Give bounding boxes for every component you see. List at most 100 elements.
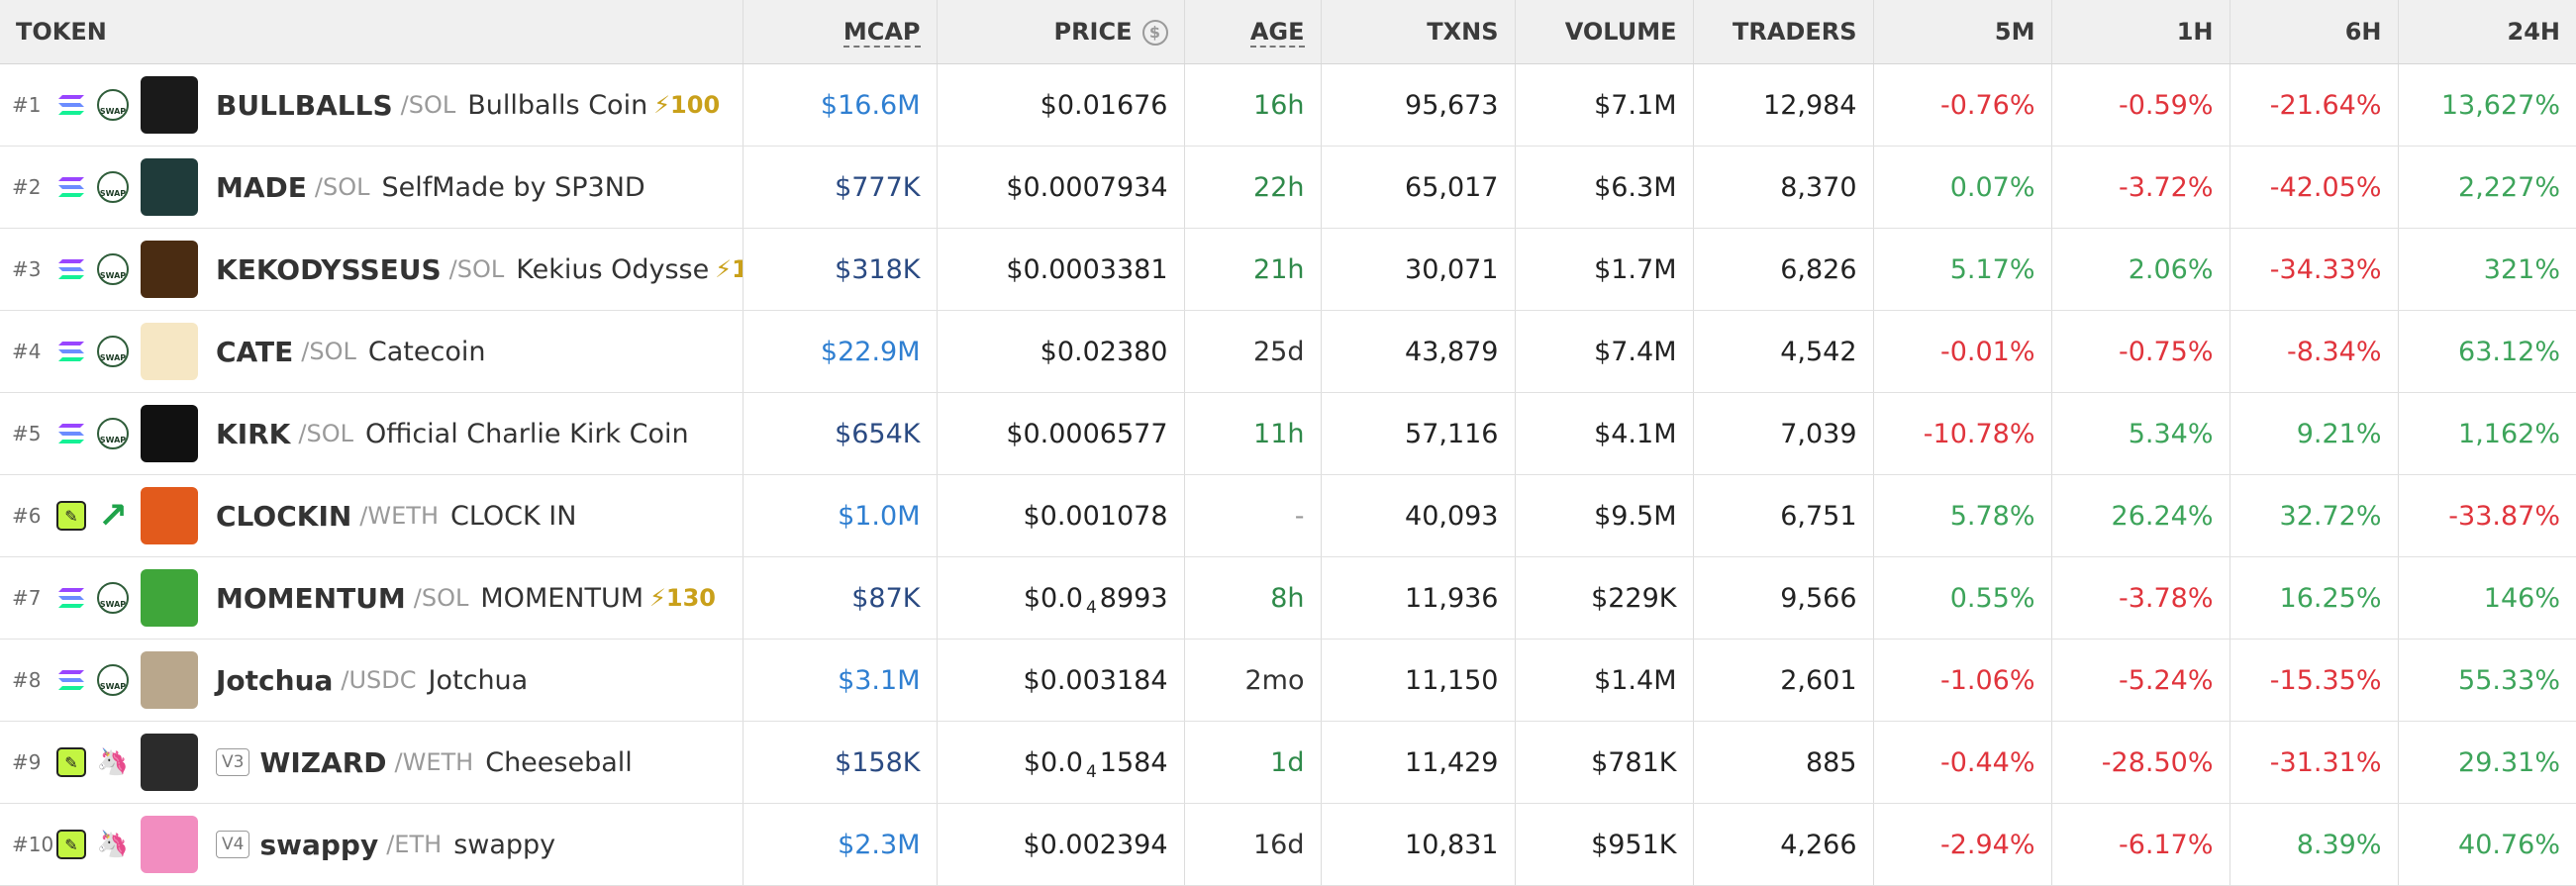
quote-pair: /WETH <box>359 502 439 530</box>
token-avatar <box>141 734 198 791</box>
token-cell[interactable]: #1 SWAP BULLBALLS/SOL Bullballs Coin ⚡100 <box>0 63 743 147</box>
col-header-price[interactable]: PRICE $ <box>937 0 1185 64</box>
pump-chain-icon: ✎ <box>55 746 87 778</box>
uniswap-unicorn-icon: 🦄 <box>96 830 130 859</box>
table-row[interactable]: #3 SWAP KEKODYSSEUS/SOL Kekius Odysse⚡100$3… <box>0 228 2576 311</box>
change-1h-cell: -0.59% <box>2051 63 2230 147</box>
change-1h-cell: -0.75% <box>2051 310 2230 393</box>
change-5m-cell: -0.76% <box>1873 63 2052 147</box>
age-cell: 16h <box>1184 63 1322 147</box>
col-header-mcap[interactable]: MCAP <box>743 0 938 64</box>
traders-cell: 2,601 <box>1693 639 1874 722</box>
swap-dex-icon: SWAP <box>95 334 131 369</box>
age-cell: 11h <box>1184 392 1322 475</box>
quote-pair: /USDC <box>341 666 417 694</box>
token-symbol: KEKODYSSEUS <box>216 252 442 286</box>
table-row[interactable]: #4 SWAP CATE/SOL Catecoin $22.9M $0.02380 25d 4… <box>0 310 2576 393</box>
mcap-cell: $158K <box>743 721 938 804</box>
txns-cell: 11,936 <box>1321 556 1516 640</box>
age-cell: 1d <box>1184 721 1322 804</box>
change-1h-cell: -28.50% <box>2051 721 2230 804</box>
table-row[interactable]: #6 ✎ ↗ CLOCKIN/WETH CLOCK IN $1.0M $0.001078-4… <box>0 474 2576 557</box>
change-24h-cell: 13,627% <box>2398 63 2576 147</box>
col-header-traders[interactable]: TRADERS <box>1693 0 1874 64</box>
token-symbol: KIRK <box>216 417 291 450</box>
quote-pair: /ETH <box>386 831 443 858</box>
token-cell[interactable]: #5 SWAP KIRK/SOL Official Charlie Kirk Coin <box>0 392 743 475</box>
token-name: SelfMade by SP3ND <box>381 171 645 203</box>
token-cell[interactable]: #9 ✎ 🦄 V3 WIZARD/WETH Cheeseball <box>0 721 743 804</box>
change-6h-cell: -8.34% <box>2229 310 2399 393</box>
token-symbol: MOMENTUM <box>216 581 406 615</box>
txns-cell: 30,071 <box>1321 228 1516 311</box>
change-5m-cell: 5.78% <box>1873 474 2052 557</box>
volume-cell: $4.1M <box>1515 392 1694 475</box>
token-cell[interactable]: #8 SWAP Jotchua/USDC Jotchua <box>0 639 743 722</box>
price-cell: $0.0007934 <box>937 146 1185 229</box>
token-cell[interactable]: #2 SWAP MADE/SOL SelfMade by SP3ND <box>0 146 743 229</box>
table-row[interactable]: #10 ✎ 🦄 V4 swappy/ETH swappy $2.3M $0.002394 16d… <box>0 803 2576 886</box>
token-avatar <box>141 651 198 709</box>
token-info: #10 ✎ 🦄 V4 swappy/ETH swappy <box>12 804 742 885</box>
table-row[interactable]: #7 SWAP MOMENTUM/SOL MOMENTUM ⚡130 $87K $0.0 4 8… <box>0 556 2576 640</box>
swap-dex-icon: SWAP <box>95 251 131 287</box>
pump-chain-icon: ✎ <box>55 500 87 532</box>
col-header-5m[interactable]: 5M <box>1873 0 2052 64</box>
txns-cell: 43,879 <box>1321 310 1516 393</box>
token-cell[interactable]: #7 SWAP MOMENTUM/SOL MOMENTUM ⚡130 <box>0 556 743 640</box>
traders-cell: 6,751 <box>1693 474 1874 557</box>
token-cell[interactable]: #10 ✎ 🦄 V4 swappy/ETH swappy <box>0 803 743 886</box>
currency-toggle-icon[interactable]: $ <box>1141 20 1168 46</box>
txns-cell: 95,673 <box>1321 63 1516 147</box>
traders-cell: 6,826 <box>1693 228 1874 311</box>
change-24h-cell: 2,227% <box>2398 146 2576 229</box>
traders-cell: 4,266 <box>1693 803 1874 886</box>
change-5m-cell: -0.01% <box>1873 310 2052 393</box>
swap-dex-icon: SWAP <box>95 662 131 698</box>
change-1h-cell: -3.72% <box>2051 146 2230 229</box>
mcap-cell: $1.0M <box>743 474 938 557</box>
rank-number: #2 <box>12 175 42 199</box>
table-row[interactable]: #8 SWAP Jotchua/USDC Jotchua $3.1M $0.003184 2… <box>0 639 2576 722</box>
token-avatar <box>141 487 198 544</box>
table-row[interactable]: #1 SWAP BULLBALLS/SOL Bullballs Coin ⚡100 $16… <box>0 63 2576 147</box>
token-symbol: swappy <box>259 828 379 861</box>
volume-cell: $1.7M <box>1515 228 1694 311</box>
col-header-txns[interactable]: TXNS <box>1321 0 1516 64</box>
token-name: Catecoin <box>367 336 486 367</box>
col-header-6h[interactable]: 6H <box>2229 0 2399 64</box>
col-header-1h[interactable]: 1H <box>2051 0 2230 64</box>
token-cell[interactable]: #6 ✎ ↗ CLOCKIN/WETH CLOCK IN <box>0 474 743 557</box>
token-info: #6 ✎ ↗ CLOCKIN/WETH CLOCK IN <box>12 475 742 556</box>
mcap-cell: $22.9M <box>743 310 938 393</box>
rank-number: #3 <box>12 257 42 281</box>
change-1h-cell: 5.34% <box>2051 392 2230 475</box>
volume-cell: $7.4M <box>1515 310 1694 393</box>
col-header-24h[interactable]: 24H <box>2398 0 2576 64</box>
change-24h-cell: 29.31% <box>2398 721 2576 804</box>
col-header-age[interactable]: AGE <box>1184 0 1322 64</box>
token-symbol: Jotchua <box>216 663 334 697</box>
pool-version-badge: V4 <box>216 831 250 858</box>
table-row[interactable]: #9 ✎ 🦄 V3 WIZARD/WETH Cheeseball $158K $0.0 4 158… <box>0 721 2576 804</box>
pump-chain-icon: ✎ <box>55 829 87 860</box>
token-cell[interactable]: #4 SWAP CATE/SOL Catecoin <box>0 310 743 393</box>
change-5m-cell: 0.07% <box>1873 146 2052 229</box>
change-1h-cell: -5.24% <box>2051 639 2230 722</box>
col-header-token[interactable]: TOKEN <box>0 0 743 64</box>
change-5m-cell: -2.94% <box>1873 803 2052 886</box>
change-6h-cell: -42.05% <box>2229 146 2399 229</box>
pool-version-badge: V3 <box>216 748 250 776</box>
price-cell: $0.02380 <box>937 310 1185 393</box>
table-row[interactable]: #5 SWAP KIRK/SOL Official Charlie Kirk Coin… <box>0 392 2576 475</box>
col-header-volume[interactable]: VOLUME <box>1515 0 1694 64</box>
token-cell[interactable]: #3 SWAP KEKODYSSEUS/SOL Kekius Odysse⚡100 <box>0 228 743 311</box>
change-5m-cell: -0.44% <box>1873 721 2052 804</box>
token-info: #9 ✎ 🦄 V3 WIZARD/WETH Cheeseball <box>12 722 742 803</box>
rank-number: #5 <box>12 422 42 445</box>
price-cell: $0.01676 <box>937 63 1185 147</box>
price-prefix: $0.0 <box>1023 582 1083 614</box>
quote-pair: /WETH <box>394 748 474 776</box>
change-5m-cell: -1.06% <box>1873 639 2052 722</box>
table-row[interactable]: #2 SWAP MADE/SOL SelfMade by SP3ND $777K $0.0… <box>0 146 2576 229</box>
